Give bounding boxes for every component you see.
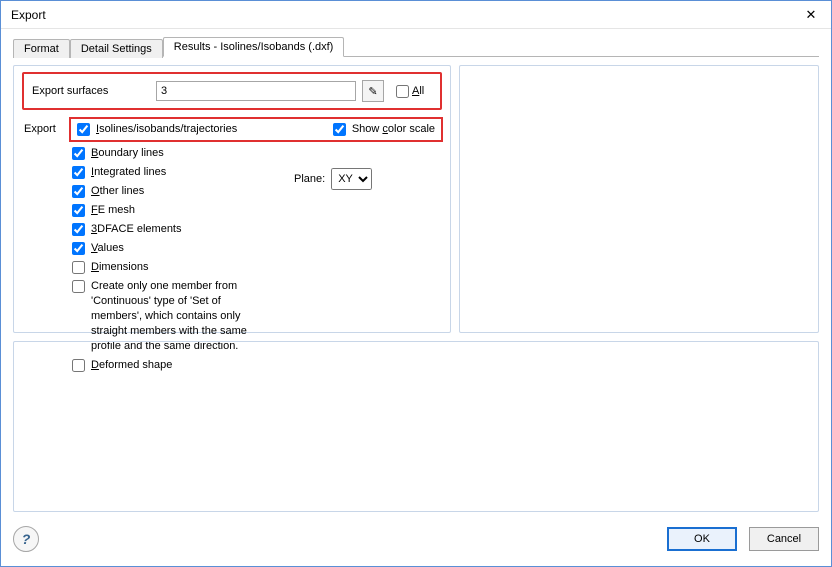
help-icon: ?: [22, 531, 31, 547]
chk-onemember-box[interactable]: [72, 280, 85, 293]
plane-label: Plane:: [294, 173, 325, 185]
chk-dimensions-label: Dimensions: [91, 260, 148, 275]
content-area: Format Detail Settings Results - Isoline…: [1, 29, 831, 522]
plane-select[interactable]: XY: [331, 168, 372, 190]
titlebar: Export ✕: [1, 1, 831, 29]
all-checkbox[interactable]: [396, 85, 409, 98]
chk-isolines-box[interactable]: [77, 123, 90, 136]
dialog-footer: ? OK Cancel: [1, 522, 831, 566]
chk-integrated[interactable]: Integrated lines: [72, 165, 270, 180]
panel-left: Export surfaces ✎ All Export: [13, 65, 451, 333]
panel-right: [459, 65, 819, 333]
picker-icon: ✎: [368, 85, 377, 98]
tab-format[interactable]: Format: [13, 39, 70, 58]
chk-3dface[interactable]: 3DFACE elements: [72, 222, 270, 237]
chk-other[interactable]: Other lines: [72, 184, 270, 199]
chk-boundary-label: Boundary lines: [91, 146, 164, 161]
chk-3dface-box[interactable]: [72, 223, 85, 236]
highlight-row: Isolines/isobands/trajectories Show colo…: [69, 117, 443, 142]
chk-isolines-label: Isolines/isobands/trajectories: [96, 122, 237, 137]
tab-results-isolines[interactable]: Results - Isolines/Isobands (.dxf): [163, 37, 345, 57]
tab-bar: Format Detail Settings Results - Isoline…: [13, 35, 819, 57]
ok-button[interactable]: OK: [667, 527, 737, 551]
export-label: Export: [24, 120, 66, 373]
chk-boundary[interactable]: Boundary lines: [72, 146, 270, 161]
tab-detail-settings[interactable]: Detail Settings: [70, 39, 163, 58]
chk-other-box[interactable]: [72, 185, 85, 198]
plane-column: Plane: XY: [290, 146, 440, 190]
export-surfaces-label: Export surfaces: [30, 85, 150, 97]
all-label: All: [412, 85, 424, 97]
chk-color-scale[interactable]: Show color scale: [333, 122, 435, 137]
chk-femesh-box[interactable]: [72, 204, 85, 217]
plane-row: Plane: XY: [294, 168, 440, 190]
pick-surfaces-button[interactable]: ✎: [362, 80, 384, 102]
chk-femesh-label: FE mesh: [91, 203, 135, 218]
chk-dimensions-box[interactable]: [72, 261, 85, 274]
export-dialog: Export ✕ Format Detail Settings Results …: [0, 0, 832, 567]
panel-bottom: [13, 341, 819, 512]
chk-femesh[interactable]: FE mesh: [72, 203, 270, 218]
close-button[interactable]: ✕: [791, 1, 831, 29]
chk-isolines[interactable]: Isolines/isobands/trajectories: [77, 122, 237, 137]
export-options-grid: Export Isolines/isobands/trajectories Sh…: [24, 120, 440, 373]
export-surfaces-input[interactable]: [156, 81, 356, 101]
chk-boundary-box[interactable]: [72, 147, 85, 160]
window-title: Export: [11, 8, 791, 22]
chk-dimensions[interactable]: Dimensions: [72, 260, 270, 275]
chk-integrated-label: Integrated lines: [91, 165, 166, 180]
help-button[interactable]: ?: [13, 526, 39, 552]
chk-integrated-box[interactable]: [72, 166, 85, 179]
chk-values-label: Values: [91, 241, 124, 256]
export-surfaces-row: Export surfaces ✎ All: [22, 72, 442, 110]
tab-body: Export surfaces ✎ All Export: [13, 57, 819, 512]
chk-values[interactable]: Values: [72, 241, 270, 256]
chk-other-label: Other lines: [91, 184, 144, 199]
chk-3dface-label: 3DFACE elements: [91, 222, 182, 237]
cancel-button[interactable]: Cancel: [749, 527, 819, 551]
chk-values-box[interactable]: [72, 242, 85, 255]
chk-color-scale-label: Show color scale: [352, 122, 435, 137]
chk-color-scale-box[interactable]: [333, 123, 346, 136]
all-checkbox-wrap[interactable]: All: [396, 85, 424, 98]
upper-panels: Export surfaces ✎ All Export: [13, 65, 819, 333]
export-check-column: Isolines/isobands/trajectories Show colo…: [72, 120, 440, 373]
